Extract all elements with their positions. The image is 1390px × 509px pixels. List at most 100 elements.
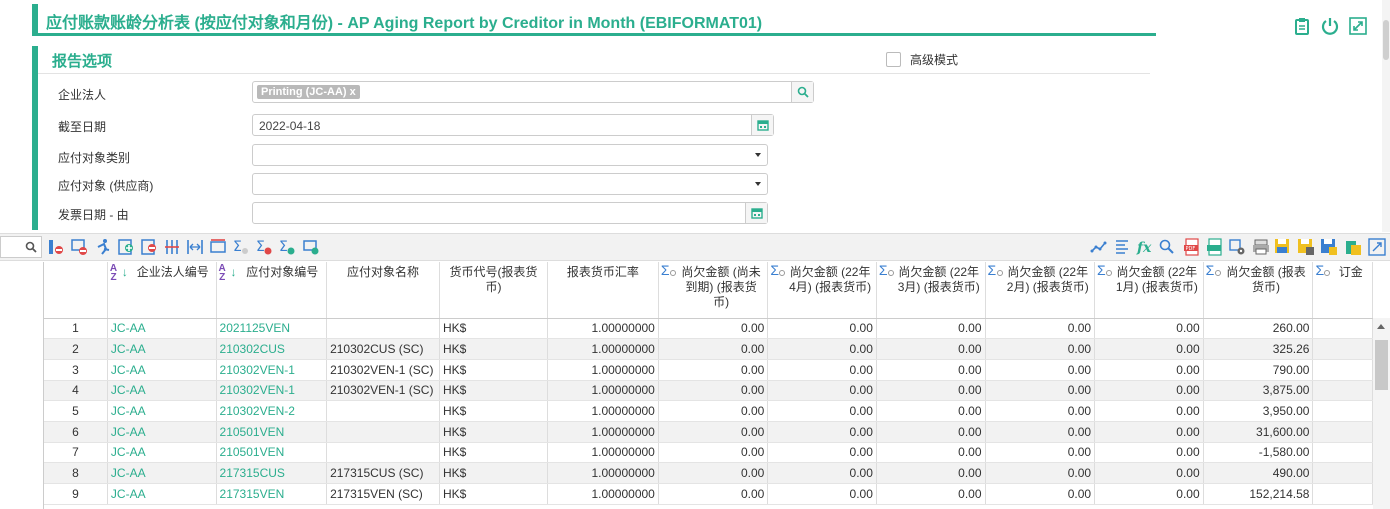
settings-icon[interactable]	[1228, 238, 1246, 256]
table-row[interactable]: 9 JC-AA 217315VEN 217315VEN (SC) HK$ 1.000000…	[44, 483, 1373, 505]
header-company-code[interactable]: A Z ↓ 企业法人编号	[107, 262, 217, 319]
as-of-date-field[interactable]: 2022-04-18	[252, 114, 774, 136]
header-creditor-name[interactable]: 应付对象名称	[326, 262, 440, 319]
header-apr-22[interactable]: Σ 尚欠金额 (22年4月) (报表货币)	[767, 262, 877, 319]
filter-search-icon[interactable]	[1158, 238, 1176, 256]
currency-cell: HK$	[439, 483, 548, 505]
company-code-link[interactable]: JC-AA	[107, 462, 217, 484]
amount-cell: 0.00	[1094, 318, 1204, 340]
row-number: 5	[44, 400, 108, 422]
resize-column-icon[interactable]	[186, 238, 204, 256]
chevron-down-icon[interactable]	[755, 153, 761, 157]
amount-cell: 325.26	[1203, 338, 1314, 360]
pdf-icon[interactable]: PDF	[1183, 238, 1201, 256]
table-row[interactable]: 7 JC-AA 210501VEN HK$ 1.00000000 0.00 0.00 0.00…	[44, 442, 1373, 464]
search-icon[interactable]	[25, 241, 37, 253]
creditor-code-link[interactable]: 217315VEN	[216, 483, 328, 505]
advanced-mode-toggle[interactable]: 高级模式	[886, 51, 958, 68]
formula-icon[interactable]: fx	[1136, 238, 1154, 256]
header-mar-22[interactable]: Σ 尚欠金额 (22年3月) (报表货币)	[876, 262, 986, 319]
company-code-link[interactable]: JC-AA	[107, 359, 217, 381]
sum-remove-icon[interactable]: Σ	[255, 238, 273, 256]
table-row[interactable]: 6 JC-AA 210501VEN HK$ 1.00000000 0.00 0.00 0.00…	[44, 421, 1373, 443]
creditor-code-link[interactable]: 210302VEN-2	[216, 400, 328, 422]
creditor-code-link[interactable]: 217315CUS	[216, 462, 328, 484]
table-row[interactable]: 5 JC-AA 210302VEN-2 HK$ 1.00000000 0.00 0.00 0.…	[44, 400, 1373, 422]
amount-cell: 0.00	[767, 318, 877, 340]
clipboard-icon[interactable]	[1292, 16, 1312, 36]
creditor-code-link[interactable]: 210302VEN-1	[216, 359, 328, 381]
remove-row-icon[interactable]	[70, 238, 88, 256]
header-creditor-code[interactable]: A Z ↓ 应付对象编号	[216, 262, 328, 319]
header-not-due[interactable]: Σ 尚欠金额 (尚未到期) (报表货币)	[658, 262, 769, 319]
company-code-link[interactable]: JC-AA	[107, 338, 217, 360]
creditor-name-cell: 210302VEN-1 (SC)	[326, 359, 440, 381]
expand-icon[interactable]	[1348, 16, 1368, 36]
invoice-date-from-field[interactable]	[252, 202, 768, 224]
calendar-icon[interactable]	[745, 203, 767, 223]
sum-icon[interactable]: Σ	[232, 238, 250, 256]
group-sum-icon[interactable]	[302, 238, 320, 256]
amount-cell: 0.00	[767, 462, 877, 484]
power-icon[interactable]	[1320, 16, 1340, 36]
header-exchange-rate[interactable]: 报表货币汇率	[547, 262, 659, 319]
company-code-link[interactable]: JC-AA	[107, 318, 217, 340]
save-layout-icon[interactable]	[1274, 238, 1292, 256]
company-code-link[interactable]: JC-AA	[107, 400, 217, 422]
table-row[interactable]: 3 JC-AA 210302VEN-1 210302VEN-1 (SC) HK$ 1.00…	[44, 359, 1373, 381]
company-field[interactable]: Printing (JC-AA) x	[252, 81, 814, 103]
remove-column-icon[interactable]	[47, 238, 65, 256]
deposit-cell	[1312, 380, 1373, 402]
svg-text:fx: fx	[1136, 240, 1152, 256]
table-row[interactable]: 1 JC-AA 2021125VEN HK$ 1.00000000 0.00 0.00 0.0…	[44, 318, 1373, 340]
creditor-code-link[interactable]: 210302VEN-1	[216, 380, 328, 402]
delete-icon[interactable]	[140, 238, 158, 256]
table-row[interactable]: 8 JC-AA 217315CUS 217315CUS (SC) HK$ 1.000000…	[44, 462, 1373, 484]
company-code-link[interactable]: JC-AA	[107, 442, 217, 464]
excel-icon[interactable]	[1206, 238, 1224, 256]
creditor-select[interactable]	[252, 173, 768, 195]
sum-add-icon[interactable]: Σ	[278, 238, 296, 256]
amount-cell: 0.00	[1094, 462, 1204, 484]
creditor-name-cell: 210302VEN-1 (SC)	[326, 380, 440, 402]
amount-cell: 0.00	[658, 421, 769, 443]
add-icon[interactable]	[117, 238, 135, 256]
header-jan-22[interactable]: Σ 尚欠金额 (22年1月) (报表货币)	[1094, 262, 1204, 319]
split-column-icon[interactable]	[163, 238, 181, 256]
grid-search-input[interactable]	[0, 236, 42, 258]
creditor-code-link[interactable]: 210501VEN	[216, 421, 328, 443]
load-layout-icon[interactable]	[1320, 238, 1338, 256]
creditor-code-link[interactable]: 2021125VEN	[216, 318, 328, 340]
chart-icon[interactable]	[1090, 238, 1108, 256]
fit-width-icon[interactable]	[209, 238, 227, 256]
creditor-type-select[interactable]	[252, 144, 768, 166]
amount-cell: 0.00	[1094, 380, 1204, 402]
run-icon[interactable]	[94, 238, 112, 256]
columns-icon[interactable]	[1113, 238, 1131, 256]
header-outstanding-total[interactable]: Σ 尚欠金额 (报表货币)	[1203, 262, 1314, 319]
search-icon[interactable]	[791, 82, 813, 102]
company-code-link[interactable]: JC-AA	[107, 421, 217, 443]
header-currency[interactable]: 货币代号(报表货币)	[439, 262, 548, 319]
options-scrollbar[interactable]	[1382, 0, 1390, 232]
advanced-mode-checkbox[interactable]	[886, 52, 901, 67]
header-feb-22[interactable]: Σ 尚欠金额 (22年2月) (报表货币)	[985, 262, 1096, 319]
amount-cell: 0.00	[1094, 359, 1204, 381]
lock-layout-icon[interactable]	[1297, 238, 1315, 256]
top-icons	[1292, 16, 1368, 36]
company-code-link[interactable]: JC-AA	[107, 380, 217, 402]
company-tag[interactable]: Printing (JC-AA) x	[257, 85, 360, 99]
calendar-icon[interactable]	[751, 115, 773, 135]
grid-scrollbar[interactable]	[1373, 318, 1390, 509]
fullscreen-icon[interactable]	[1368, 238, 1386, 256]
header-deposit[interactable]: Σ 订金	[1312, 262, 1373, 319]
paste-icon[interactable]	[1344, 238, 1362, 256]
chevron-down-icon[interactable]	[755, 182, 761, 186]
print-icon[interactable]	[1252, 238, 1270, 256]
currency-cell: HK$	[439, 442, 548, 464]
table-row[interactable]: 4 JC-AA 210302VEN-1 210302VEN-1 (SC) HK$ 1.00…	[44, 380, 1373, 402]
table-row[interactable]: 2 JC-AA 210302CUS 210302CUS (SC) HK$ 1.000000…	[44, 338, 1373, 360]
company-code-link[interactable]: JC-AA	[107, 483, 217, 505]
creditor-code-link[interactable]: 210501VEN	[216, 442, 328, 464]
creditor-code-link[interactable]: 210302CUS	[216, 338, 328, 360]
